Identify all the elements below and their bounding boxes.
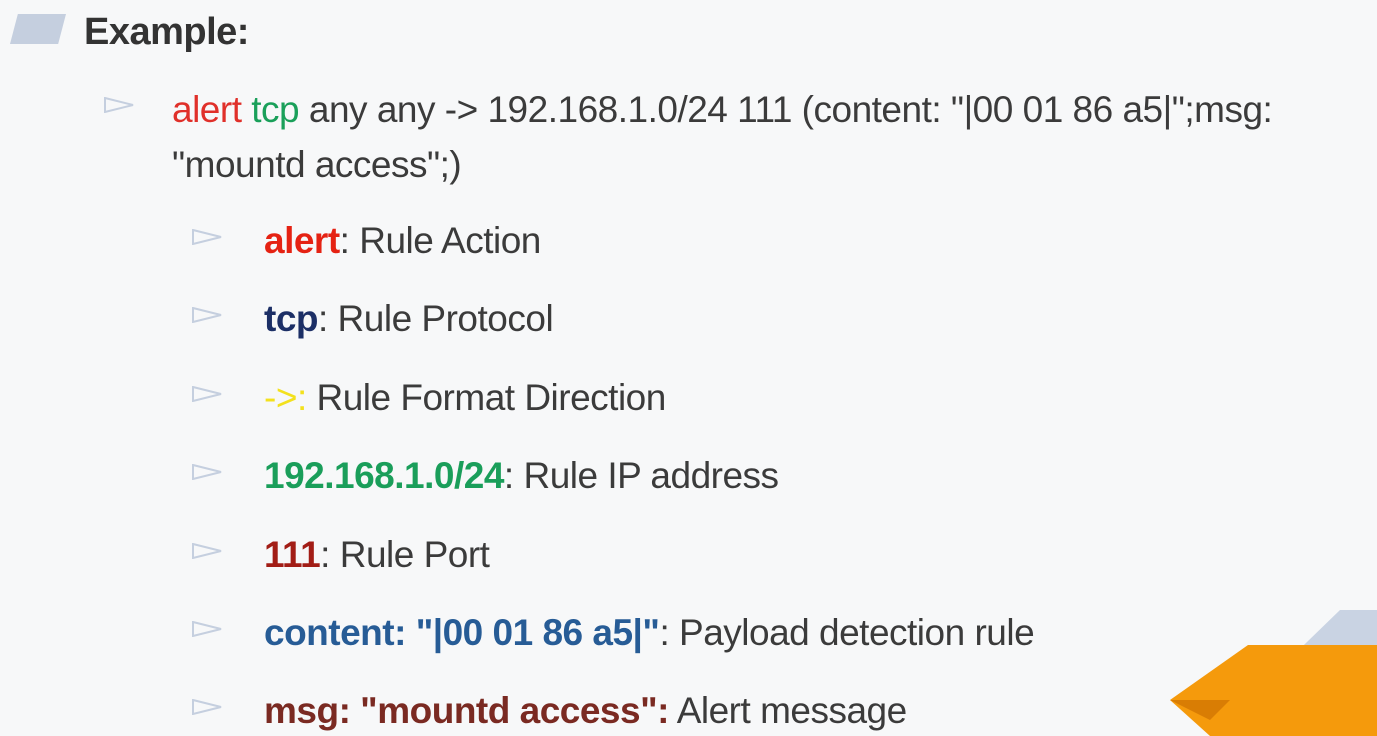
triangle-bullet-icon <box>192 307 222 323</box>
part-key: 192.168.1.0/24 <box>264 455 504 496</box>
part-separator: : <box>296 377 307 418</box>
triangle-bullet-icon <box>192 386 222 402</box>
part-item-port: 111: Rule Port <box>264 530 490 580</box>
rule-protocol-text: tcp <box>251 89 300 130</box>
slide: Example: alert tcp any any -> 192.168.1.… <box>0 0 1377 736</box>
triangle-bullet-icon <box>192 229 222 245</box>
part-key: tcp <box>264 298 319 339</box>
part-separator: : <box>503 455 514 496</box>
part-separator: : <box>320 534 330 575</box>
snort-rule-example: alert tcp any any -> 192.168.1.0/24 111 … <box>172 82 1362 192</box>
part-key: msg: "mountd access" <box>264 690 658 731</box>
triangle-bullet-icon <box>192 699 222 715</box>
part-separator: : <box>318 298 328 339</box>
part-description: Rule Protocol <box>327 298 554 339</box>
triangle-bullet-icon <box>192 543 222 559</box>
part-key: -> <box>264 377 297 418</box>
part-separator: : <box>657 690 669 731</box>
part-separator: : <box>339 220 350 261</box>
triangle-bullet-icon <box>192 621 222 637</box>
part-item-message: msg: "mountd access": Alert message <box>264 686 907 736</box>
part-key: 111 <box>264 534 321 575</box>
rule-action-text: alert <box>172 89 242 130</box>
part-description: Rule Format Direction <box>306 377 666 418</box>
part-separator: : <box>659 612 670 653</box>
slanted-bar-icon <box>10 14 66 44</box>
part-description: Rule Port <box>329 534 490 575</box>
corner-decoration-icon <box>1170 610 1377 736</box>
part-item-protocol: tcp: Rule Protocol <box>264 294 554 344</box>
rule-rest-text: any any -> 192.168.1.0/24 111 (content: … <box>172 89 1273 185</box>
part-description: Alert message <box>668 690 907 731</box>
part-item-action: alert: Rule Action <box>264 216 541 266</box>
triangle-bullet-icon <box>192 464 222 480</box>
part-item-direction: ->: Rule Format Direction <box>264 373 666 423</box>
part-key: content: "|00 01 86 a5|" <box>264 612 660 653</box>
part-description: Rule IP address <box>513 455 779 496</box>
part-item-ip-address: 192.168.1.0/24: Rule IP address <box>264 451 779 501</box>
slide-heading: Example: <box>84 11 249 53</box>
part-item-content: content: "|00 01 86 a5|": Payload detect… <box>264 608 1035 658</box>
triangle-bullet-icon <box>104 97 134 113</box>
part-description: Payload detection rule <box>669 612 1035 653</box>
part-description: Rule Action <box>349 220 541 261</box>
part-key: alert <box>264 220 340 261</box>
